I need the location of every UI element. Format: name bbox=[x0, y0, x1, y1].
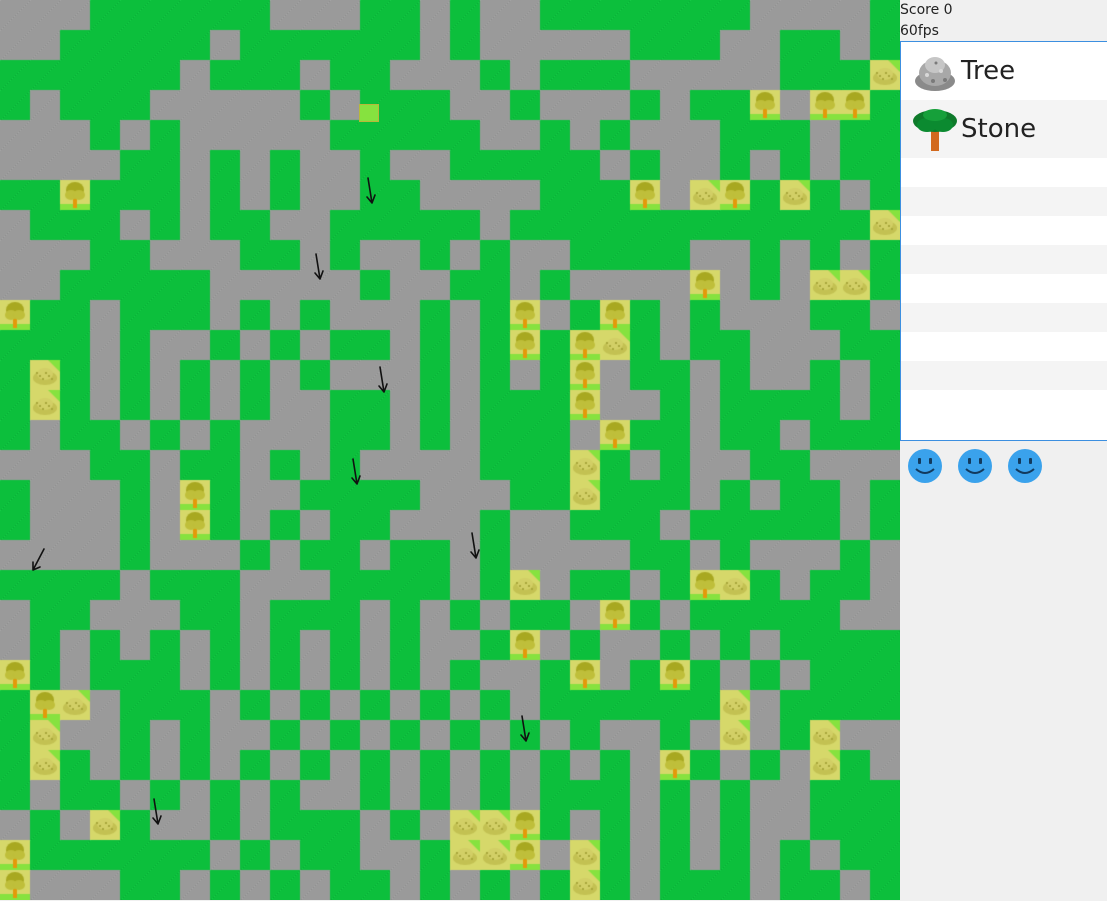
smiley-face-icon bbox=[908, 449, 942, 483]
game-board[interactable] bbox=[0, 0, 900, 900]
empty-slot[interactable] bbox=[901, 187, 1107, 216]
empty-slot[interactable] bbox=[901, 245, 1107, 274]
player-cursor bbox=[359, 104, 379, 122]
empty-slot[interactable] bbox=[901, 303, 1107, 332]
side-panel: Score 0 60fps Tree Stone bbox=[900, 0, 1107, 901]
fps-counter: 60fps bbox=[900, 23, 939, 39]
tile-grid[interactable] bbox=[0, 0, 900, 900]
inventory-item-stone[interactable]: Stone bbox=[901, 100, 1107, 158]
empty-slot[interactable] bbox=[901, 274, 1107, 303]
lives-row bbox=[906, 447, 1044, 485]
rock-pile-icon bbox=[915, 57, 955, 91]
inventory-list[interactable]: Tree Stone bbox=[900, 41, 1107, 441]
inventory-item-tree[interactable]: Tree bbox=[901, 42, 1107, 100]
tree-icon bbox=[913, 109, 957, 151]
empty-slot[interactable] bbox=[901, 390, 1107, 419]
smiley-face-icon bbox=[1008, 449, 1042, 483]
inventory-item-label: Stone bbox=[961, 114, 1037, 144]
score-label: Score 0 bbox=[900, 2, 953, 18]
empty-slot[interactable] bbox=[901, 158, 1107, 187]
empty-slot[interactable] bbox=[901, 361, 1107, 390]
empty-slot[interactable] bbox=[901, 216, 1107, 245]
inventory-item-label: Tree bbox=[961, 56, 1016, 86]
empty-slot[interactable] bbox=[901, 332, 1107, 361]
smiley-face-icon bbox=[958, 449, 992, 483]
